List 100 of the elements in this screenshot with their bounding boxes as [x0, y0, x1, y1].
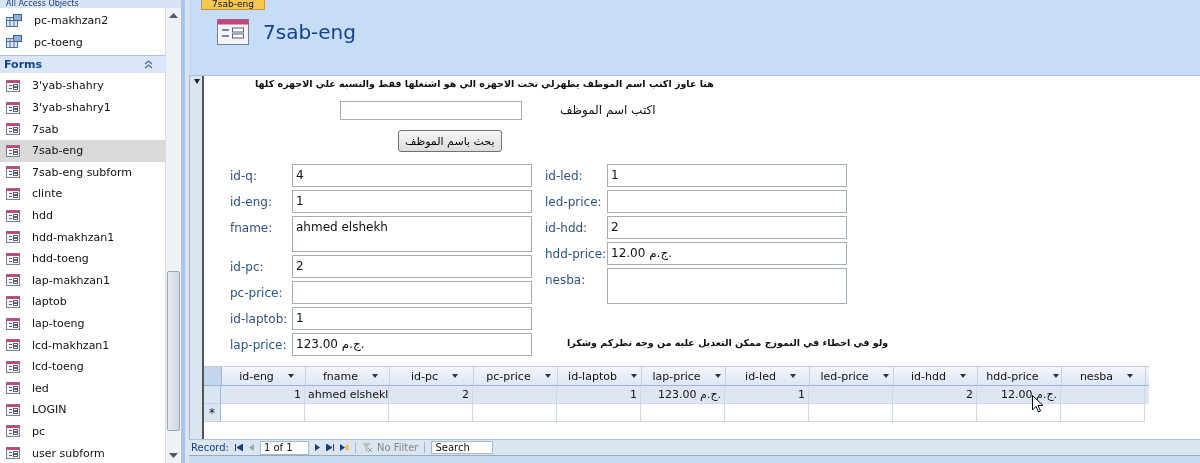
nav-item[interactable]: pc-makhzan2 — [0, 10, 165, 32]
field-label: id-hdd: — [545, 220, 589, 235]
field-label: fname: — [230, 220, 274, 235]
nav-item[interactable]: 7sab — [0, 118, 165, 140]
form-icon — [6, 403, 20, 416]
field-label: اكتب اسم الموظف — [560, 103, 656, 117]
text-field[interactable] — [607, 190, 847, 213]
form-icon — [6, 123, 20, 136]
pane-title: All Access Objects — [0, 0, 181, 8]
nav-item[interactable]: 7sab-eng subform — [0, 161, 165, 184]
nav-item[interactable]: LOGIN — [0, 399, 165, 421]
column-header[interactable]: led-price — [810, 367, 894, 385]
field-label: hdd-price: — [545, 246, 607, 261]
text-field[interactable]: 4 — [292, 164, 532, 187]
nav-item[interactable]: lap-makhzan1 — [0, 269, 165, 292]
employee-name-field[interactable] — [340, 100, 522, 120]
text-field[interactable]: 123.00 ج.م. — [292, 333, 532, 356]
new-record-icon[interactable] — [339, 444, 349, 451]
field-label: id-eng: — [230, 194, 273, 209]
dropdown-arrow-icon[interactable] — [882, 374, 889, 378]
dropdown-arrow-icon[interactable] — [372, 374, 379, 378]
column-header[interactable]: hdd-price — [978, 367, 1062, 385]
instruction-text: هنا عاوز اكتب اسم الموظف يظهرلي تحت الاجهزه الي هو اشتغلها فقط والنسبه علي الاجهزه كلها — [255, 77, 714, 90]
dropdown-arrow-icon[interactable] — [1052, 374, 1059, 378]
form-icon — [6, 425, 20, 438]
record-position-field[interactable]: 1 of 1 — [259, 440, 309, 455]
nav-item[interactable]: pc — [0, 420, 165, 443]
scroll-up-icon[interactable] — [169, 12, 178, 18]
dropdown-arrow-icon[interactable] — [452, 374, 458, 378]
nav-item[interactable]: 3'yab-shahry — [0, 75, 165, 97]
scrollbar[interactable] — [165, 8, 181, 463]
column-header[interactable]: id-eng — [222, 367, 306, 385]
record-selector[interactable] — [189, 76, 204, 439]
dropdown-arrow-icon[interactable] — [287, 374, 294, 378]
field-label: nesba: — [545, 272, 587, 287]
nav-item[interactable]: hdd-toeng — [0, 247, 165, 270]
dropdown-arrow-icon[interactable] — [1127, 374, 1134, 378]
text-field[interactable]: 12.00 ج.م. — [607, 242, 847, 265]
dropdown-arrow-icon[interactable] — [630, 374, 637, 378]
current-record-icon — [194, 79, 200, 84]
column-header[interactable]: id-led — [726, 367, 810, 385]
nav-item[interactable]: lap-toeng — [0, 312, 165, 335]
nav-item[interactable]: pc-toeng — [0, 31, 165, 54]
text-field[interactable]: 2 — [292, 255, 532, 278]
nav-item[interactable]: laptob — [0, 291, 165, 313]
field-label: id-q: — [230, 168, 258, 183]
dropdown-arrow-icon[interactable] — [544, 374, 551, 378]
column-header[interactable]: fname — [306, 367, 390, 385]
table-cell: ahmed elshekl — [305, 386, 389, 404]
form-icon — [6, 187, 20, 200]
form-icon — [6, 166, 20, 179]
search-field[interactable]: Search — [431, 441, 494, 454]
text-field[interactable] — [292, 281, 532, 304]
new-record-marker[interactable]: * — [204, 404, 221, 422]
text-field[interactable]: 1 — [292, 190, 532, 213]
linked-table-icon — [6, 35, 22, 50]
table-cell: 1 — [557, 386, 641, 404]
text-field[interactable]: 2 — [607, 216, 847, 239]
note-text: ولو في اخطاء في النموزج ممكن التعديل عليه من وجه نظركم وشكرا — [567, 336, 889, 349]
nav-item[interactable]: 7sab-eng — [0, 139, 165, 162]
first-record-icon[interactable] — [234, 444, 243, 451]
field-label: pc-price: — [230, 285, 284, 300]
column-header[interactable]: id-hdd — [894, 367, 978, 385]
table-cell: 2 — [389, 386, 473, 404]
nav-item[interactable]: lcd-toeng — [0, 355, 165, 378]
next-record-icon[interactable] — [314, 444, 320, 451]
field-label: led-price: — [545, 194, 603, 209]
form-icon — [6, 360, 20, 373]
nav-item[interactable]: led — [0, 377, 165, 400]
dropdown-arrow-icon[interactable] — [714, 374, 721, 378]
column-header[interactable]: id-pc — [390, 367, 474, 385]
column-header[interactable]: id-laptob — [558, 367, 642, 385]
form-icon — [6, 317, 20, 330]
collapse-icon — [144, 60, 153, 70]
nav-item[interactable]: 3'yab-shahry1 — [0, 96, 165, 119]
column-header[interactable]: nesba — [1062, 367, 1146, 385]
record-label: Record: — [191, 442, 229, 453]
nav-item[interactable]: hdd — [0, 204, 165, 227]
dropdown-arrow-icon[interactable] — [789, 374, 796, 378]
linked-table-icon — [6, 13, 22, 28]
nav-item[interactable]: clinte — [0, 183, 165, 205]
scroll-down-icon[interactable] — [169, 453, 178, 459]
form-icon — [217, 19, 249, 45]
form-icon — [6, 274, 20, 287]
search-button[interactable]: بحث باسم الموظف — [398, 130, 502, 152]
document-tab[interactable]: 7sab-eng — [201, 0, 265, 10]
nav-item[interactable]: hdd-makhzan1 — [0, 226, 165, 248]
nav-item[interactable]: user subform — [0, 442, 165, 463]
form-icon — [6, 382, 20, 395]
group-header[interactable]: Forms — [0, 55, 165, 74]
column-header[interactable]: pc-price — [474, 367, 558, 385]
dropdown-arrow-icon[interactable] — [959, 374, 966, 378]
form-icon — [6, 101, 20, 114]
column-header[interactable]: lap-price — [642, 367, 726, 385]
form-icon — [6, 252, 20, 265]
last-record-icon[interactable] — [325, 444, 334, 451]
text-field[interactable]: 1 — [607, 164, 847, 187]
text-area[interactable]: ahmed elshekh — [292, 216, 532, 252]
text-field[interactable]: 1 — [292, 307, 532, 330]
nav-item[interactable]: lcd-makhzan1 — [0, 334, 165, 356]
